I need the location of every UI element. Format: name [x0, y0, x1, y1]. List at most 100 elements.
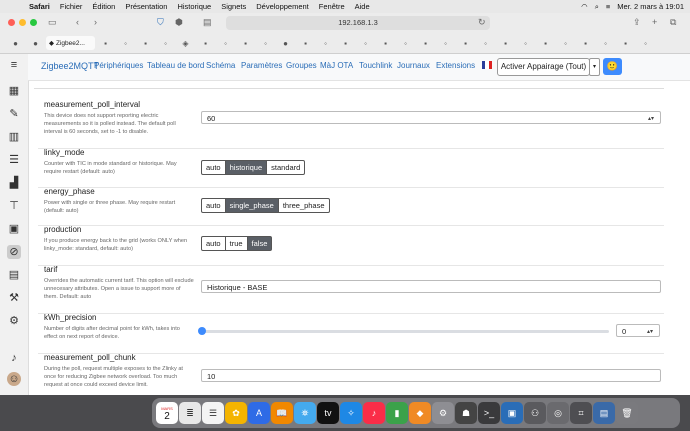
system-preferences-icon[interactable]: ⚙ [432, 402, 454, 424]
reminders-icon[interactable]: ☰ [202, 402, 224, 424]
menubar-clock[interactable]: Mer. 2 mars à 19:01 [617, 2, 684, 11]
nav-journaux[interactable]: Journaux [397, 61, 430, 70]
photos-icon[interactable]: ✿ [225, 402, 247, 424]
trash-icon[interactable]: 🗑 [616, 402, 638, 424]
permit-join-button[interactable]: Activer Appairage (Tout) [497, 58, 590, 76]
tab-active[interactable]: ◆ Zigbee2... [46, 36, 95, 50]
french-flag-icon[interactable] [482, 61, 492, 69]
nav-peripheriques[interactable]: Périphériques [94, 61, 143, 70]
dashboard-icon[interactable]: ▥ [7, 130, 21, 144]
minimize-window-icon[interactable] [19, 19, 26, 26]
tab-21[interactable]: ▪ [456, 36, 475, 50]
calendar-icon[interactable]: MARS 2 [156, 402, 178, 424]
zoom-window-icon[interactable] [30, 19, 37, 26]
avatar[interactable]: ☺ [7, 372, 21, 386]
tab-19[interactable]: ▪ [416, 36, 435, 50]
wifi-icon[interactable]: ◠ [581, 2, 588, 11]
kwh-precision-input[interactable]: 0 ▴▾ [616, 324, 660, 337]
tab-3[interactable]: ▪ [96, 36, 115, 50]
tab-16[interactable]: ◦ [356, 36, 375, 50]
poll-chunk-input[interactable]: 10 [201, 369, 661, 382]
brand-link[interactable]: Zigbee2MQTT [41, 61, 99, 71]
tab-24[interactable]: ◦ [516, 36, 535, 50]
menu-aide[interactable]: Aide [355, 2, 370, 11]
theme-toggle-button[interactable]: 🙂 [603, 58, 622, 75]
app-store-icon[interactable]: A [248, 402, 270, 424]
share-icon[interactable]: ⇪ [633, 17, 641, 28]
menu-presentation[interactable]: Présentation [125, 2, 167, 11]
nav-maj-ota[interactable]: MàJ OTA [320, 61, 353, 70]
option-auto[interactable]: auto [201, 236, 226, 251]
option-true[interactable]: true [224, 236, 248, 251]
tab-pinned-2[interactable]: ● [26, 36, 45, 50]
logs-icon[interactable]: ▤ [7, 268, 21, 282]
tab-9[interactable]: ◦ [216, 36, 235, 50]
tv-icon[interactable]: tv [317, 402, 339, 424]
numbers-icon[interactable]: ▮ [386, 402, 408, 424]
nav-extensions[interactable]: Extensions [436, 61, 475, 70]
tab-30[interactable]: ◦ [636, 36, 655, 50]
option-historique[interactable]: historique [224, 160, 268, 175]
books-icon[interactable]: 📖 [271, 402, 293, 424]
option-auto[interactable]: auto [201, 160, 226, 175]
back-icon[interactable]: ‹ [76, 17, 79, 27]
gear-icon[interactable]: ⚙ [7, 314, 21, 328]
tab-26[interactable]: ◦ [556, 36, 575, 50]
tab-27[interactable]: ▪ [576, 36, 595, 50]
extension-icon[interactable]: ⬢ [175, 17, 183, 28]
tab-4[interactable]: ◦ [116, 36, 135, 50]
tab-6[interactable]: ◦ [156, 36, 175, 50]
new-tab-icon[interactable]: + [652, 17, 657, 27]
menu-fenetre[interactable]: Fenêtre [319, 2, 345, 11]
menu-developpement[interactable]: Développement [256, 2, 309, 11]
spotlight-icon[interactable]: ⚇ [524, 402, 546, 424]
tab-18[interactable]: ◦ [396, 36, 415, 50]
nav-groupes[interactable]: Groupes [286, 61, 317, 70]
menu-safari[interactable]: Safari [29, 2, 50, 11]
menu-signets[interactable]: Signets [221, 2, 246, 11]
sidebar-toggle-icon[interactable]: ▭ [48, 17, 57, 28]
option-three-phase[interactable]: three_phase [277, 198, 330, 213]
music-icon[interactable]: ♪ [363, 402, 385, 424]
tab-29[interactable]: ▪ [616, 36, 635, 50]
tab-8[interactable]: ▪ [196, 36, 215, 50]
nav-touchlink[interactable]: Touchlink [359, 61, 392, 70]
tab-28[interactable]: ◦ [596, 36, 615, 50]
bell-icon[interactable]: ♪ [7, 351, 21, 365]
tab-7[interactable]: ◈ [176, 36, 195, 50]
keynote-icon[interactable]: ◆ [409, 402, 431, 424]
panel-icon[interactable]: ▣ [7, 222, 21, 236]
menu-historique[interactable]: Historique [177, 2, 211, 11]
tab-13[interactable]: ▪ [296, 36, 315, 50]
permit-join-dropdown[interactable]: ▾ [589, 58, 600, 76]
list-icon[interactable]: ☰ [7, 153, 21, 167]
tab-5[interactable]: ▪ [136, 36, 155, 50]
safari-icon[interactable]: ✧ [340, 402, 362, 424]
option-false[interactable]: false [246, 236, 273, 251]
tarif-input[interactable]: Historique - BASE [201, 280, 661, 293]
stepper-icon[interactable]: ▴▾ [647, 326, 653, 339]
nav-tableau-de-bord[interactable]: Tableau de bord [147, 61, 204, 70]
option-single-phase[interactable]: single_phase [224, 198, 279, 213]
wrench-icon[interactable]: ✎ [7, 107, 21, 121]
stepper-icon[interactable]: ▴▾ [648, 113, 654, 126]
tab-17[interactable]: ▪ [376, 36, 395, 50]
forward-icon[interactable]: › [94, 17, 97, 27]
menu-fichier[interactable]: Fichier [60, 2, 83, 11]
option-auto[interactable]: auto [201, 198, 226, 213]
poll-interval-input[interactable]: 60 ▴▾ [201, 111, 661, 124]
shield-icon[interactable]: ⛉ [157, 17, 164, 28]
devices-icon[interactable]: ▦ [7, 84, 21, 98]
settings-active-icon[interactable]: ⊘ [7, 245, 21, 259]
tab-12[interactable]: ● [276, 36, 295, 50]
menu-icon[interactable]: ≡ [7, 58, 21, 72]
tab-overview-icon[interactable]: ⧉ [670, 17, 676, 28]
address-bar[interactable]: 192.168.1.3 [226, 16, 490, 30]
screenshot-icon[interactable]: ⌗ [570, 402, 592, 424]
slider-knob[interactable] [198, 327, 206, 335]
maps-icon[interactable]: ⛯ [294, 402, 316, 424]
tab-20[interactable]: ◦ [436, 36, 455, 50]
tab-14[interactable]: ◦ [316, 36, 335, 50]
nav-schema[interactable]: Schéma [206, 61, 235, 70]
tab-22[interactable]: ◦ [476, 36, 495, 50]
